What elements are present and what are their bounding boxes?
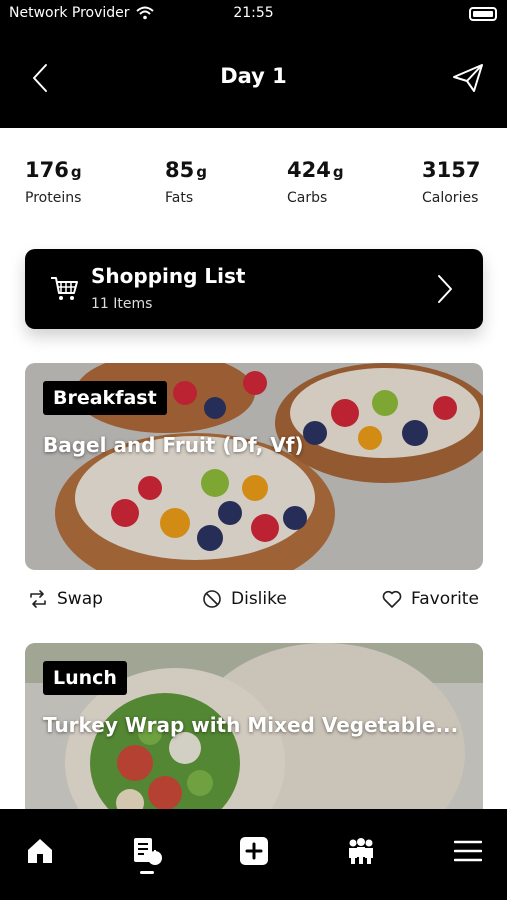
add-icon xyxy=(240,837,268,865)
meal-type-badge: Lunch xyxy=(43,661,127,695)
top-bar: Network Provider 21:55 Day 1 xyxy=(0,0,507,128)
meal-actions: Swap Dislike Favorite xyxy=(0,588,507,618)
shopping-list-title: Shopping List xyxy=(91,264,246,288)
nav-meal-plan[interactable] xyxy=(127,831,167,871)
macro-value: 85 xyxy=(165,158,195,182)
nav-add[interactable] xyxy=(234,831,274,871)
swap-label: Swap xyxy=(57,589,103,609)
clock: 21:55 xyxy=(233,5,274,21)
cart-icon xyxy=(51,277,78,300)
favorite-label: Favorite xyxy=(411,589,479,609)
header: Day 1 xyxy=(0,48,507,108)
meal-name: Turkey Wrap with Mixed Vegetable... xyxy=(43,713,459,737)
chevron-right-icon xyxy=(438,275,452,303)
macro-unit: g xyxy=(332,163,344,181)
macro-unit: g xyxy=(70,163,82,181)
macro-value: 424 xyxy=(287,158,331,182)
meal-type-badge: Breakfast xyxy=(43,381,167,415)
paper-plane-icon[interactable] xyxy=(451,62,485,94)
bottom-nav xyxy=(0,809,507,900)
heart-icon xyxy=(382,590,402,608)
macro-unit: g xyxy=(196,163,207,181)
dislike-button[interactable]: Dislike xyxy=(201,588,287,610)
macro-calories: 3157 Calories xyxy=(422,158,482,206)
macro-carbs: 424 g Carbs xyxy=(287,158,344,206)
macro-label: Carbs xyxy=(287,190,328,206)
meal-name: Bagel and Fruit (Df, Vf) xyxy=(43,433,304,457)
block-icon xyxy=(203,590,221,608)
favorite-button[interactable]: Favorite xyxy=(381,588,479,610)
macro-fats: 85 g Fats xyxy=(165,158,207,206)
shopping-list-button[interactable]: Shopping List 11 Items xyxy=(25,249,483,329)
macro-label: Calories xyxy=(422,190,479,206)
swap-icon xyxy=(30,590,46,608)
macro-value: 176 xyxy=(25,158,69,182)
macro-label: Proteins xyxy=(25,190,82,206)
nav-community[interactable] xyxy=(341,831,381,871)
home-icon xyxy=(28,839,52,863)
meal-card-breakfast[interactable]: Breakfast Bagel and Fruit (Df, Vf) xyxy=(25,363,483,570)
macro-label: Fats xyxy=(165,190,194,206)
status-bar: Network Provider 21:55 xyxy=(0,0,507,28)
nav-menu[interactable] xyxy=(448,831,488,871)
macro-proteins: 176 g Proteins xyxy=(25,158,82,206)
nav-home[interactable] xyxy=(20,831,60,871)
battery-icon xyxy=(469,7,497,21)
active-tab-indicator xyxy=(140,871,154,874)
menu-icon xyxy=(454,840,482,862)
macro-summary: 176 g Proteins 85 g Fats 424 g Carbs 3157 C… xyxy=(0,158,507,218)
shopping-list-count: 11 Items xyxy=(91,296,153,312)
meal-plan-icon xyxy=(134,838,162,865)
swap-button[interactable]: Swap xyxy=(27,588,103,610)
macro-value: 3157 xyxy=(422,158,481,182)
page-title: Day 1 xyxy=(220,64,287,88)
community-icon xyxy=(349,838,373,864)
dislike-label: Dislike xyxy=(231,589,287,609)
